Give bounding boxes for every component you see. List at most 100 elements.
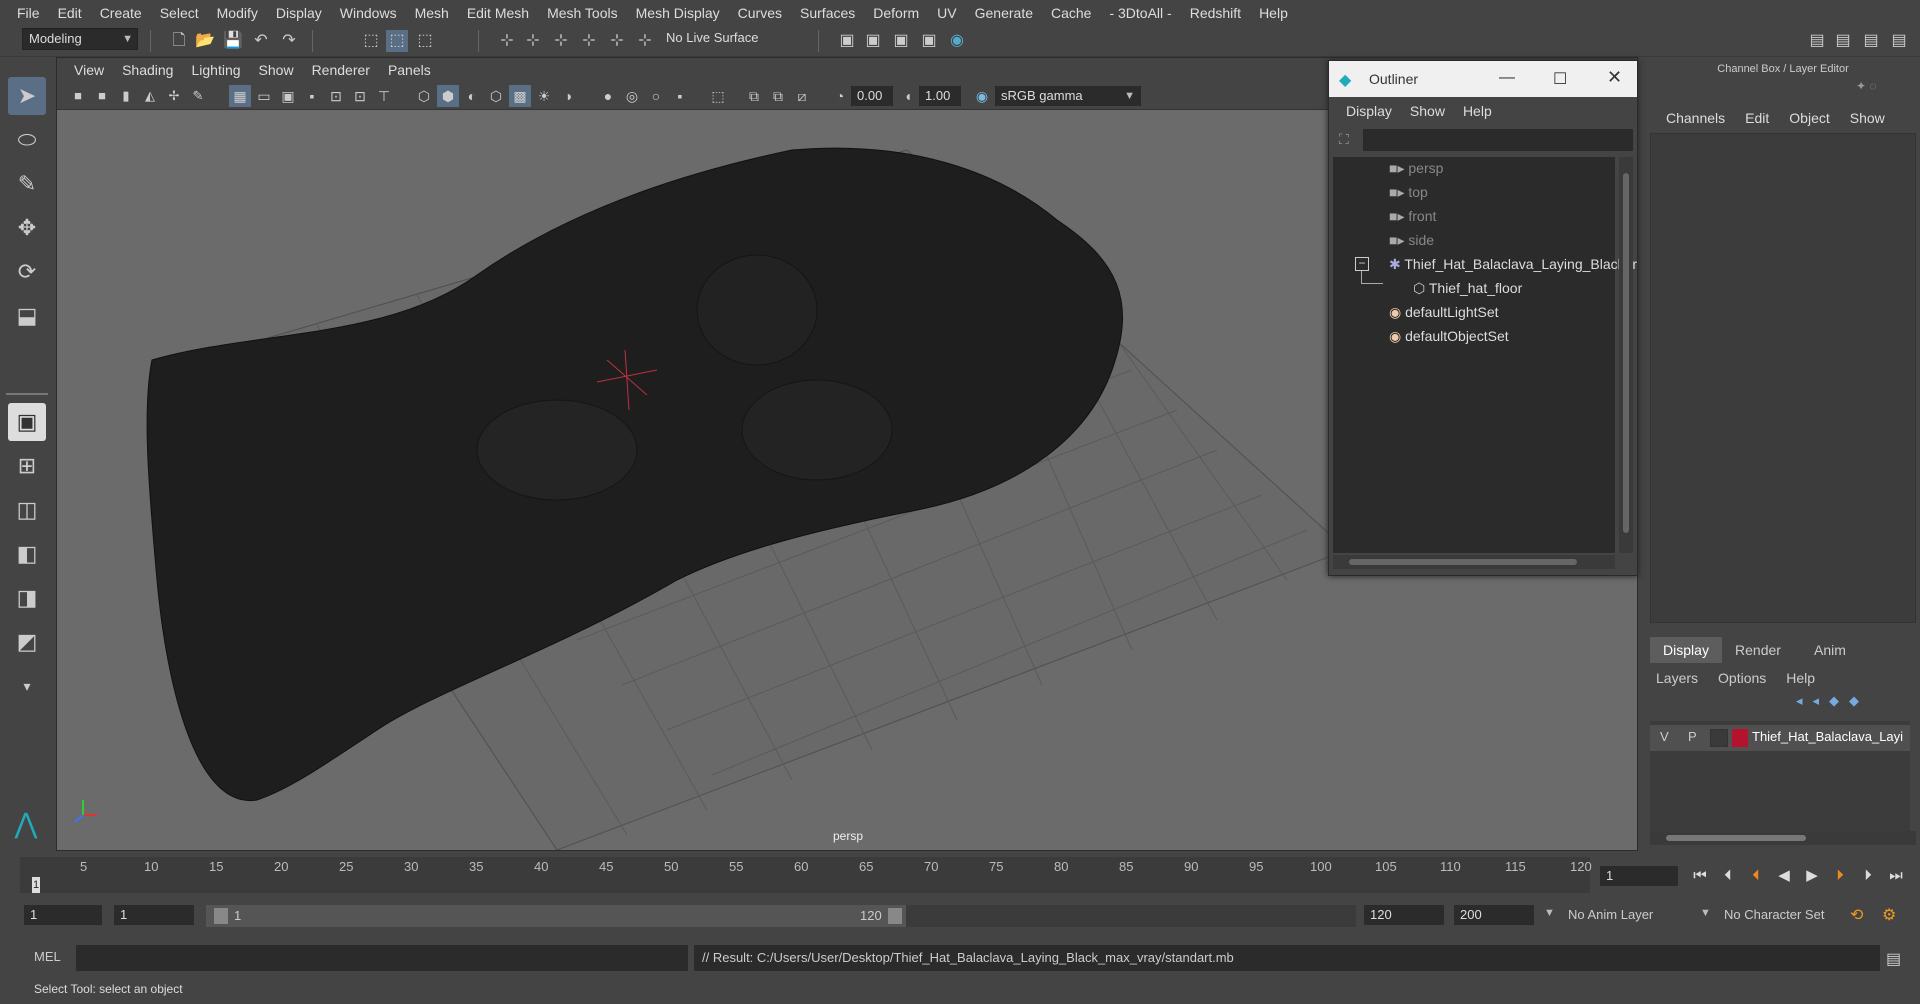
lasso-tool-icon[interactable]: ⬭ (8, 121, 46, 159)
layer-color-swatch[interactable] (1732, 729, 1748, 747)
current-frame-field[interactable]: 1 (1600, 866, 1678, 886)
menu-3dtoall[interactable]: - 3DtoAll - (1100, 5, 1180, 21)
bookmark-icon[interactable]: ▮ (115, 85, 137, 107)
layer-menu-options[interactable]: Options (1718, 667, 1786, 689)
outliner-search-input[interactable] (1363, 129, 1633, 151)
new-scene-icon[interactable]: 🗋 (168, 30, 190, 52)
layer-action-icons[interactable]: ◂◂◆◆ (1796, 693, 1916, 713)
tab-render[interactable]: Render (1722, 637, 1794, 663)
render-frame-icon[interactable]: ▣ (862, 30, 884, 52)
menu-mesh[interactable]: Mesh (406, 5, 458, 21)
color-management-icon[interactable]: ◉ (971, 85, 993, 107)
outliner-menu-display[interactable]: Display (1337, 103, 1401, 119)
list-item[interactable]: ■▸ persp (1389, 157, 1443, 179)
vertical-scrollbar[interactable] (1619, 157, 1633, 553)
select-hierarchy-icon[interactable]: ⬚ (360, 30, 382, 52)
render-settings-icon[interactable]: ▣ (836, 30, 858, 52)
scale-tool-icon[interactable]: ⬓ (8, 297, 46, 335)
play-forward-icon[interactable]: ▶ (1802, 866, 1822, 886)
animation-preferences-icon[interactable]: ⚙ (1882, 905, 1904, 927)
exposure-field[interactable]: 0.00 (851, 86, 893, 106)
collapse-icon[interactable]: − (1355, 257, 1369, 271)
menu-edit-mesh[interactable]: Edit Mesh (458, 5, 538, 21)
go-to-end-icon[interactable]: ⏭ (1886, 866, 1906, 886)
safe-action-icon[interactable]: ⊡ (349, 85, 371, 107)
xray-components-icon[interactable]: ⧄ (791, 85, 813, 107)
attribute-editor-icon[interactable]: ▤ (1832, 30, 1854, 52)
filter-icon[interactable]: ⛶ (1339, 131, 1357, 149)
anim-start-field[interactable]: 1 (114, 905, 194, 925)
grid-toggle-icon[interactable]: ▦ (229, 85, 251, 107)
live-surface-field[interactable]: No Live Surface (660, 28, 788, 50)
resolution-gate-icon[interactable]: ▣ (277, 85, 299, 107)
two-d-pan-icon[interactable]: ✢ (163, 85, 185, 107)
scrollbar-thumb[interactable] (1666, 835, 1806, 841)
xray-joints-icon[interactable]: ⧉ (767, 85, 789, 107)
menu-uv[interactable]: UV (928, 5, 965, 21)
four-view-icon[interactable]: ⊞ (8, 447, 46, 485)
modeling-toolkit-icon[interactable]: ▤ (1806, 30, 1828, 52)
cb-menu-edit[interactable]: Edit (1735, 110, 1779, 126)
shadows-icon[interactable]: ◑ (557, 85, 579, 107)
hypershade-layout-icon[interactable]: ◩ (8, 623, 46, 661)
list-item[interactable]: ■▸ front (1389, 205, 1436, 227)
snap-view-icon[interactable]: ⊹ (578, 30, 600, 52)
layer-menu-layers[interactable]: Layers (1656, 667, 1718, 689)
step-back-frame-icon[interactable]: ⏴ (1746, 866, 1766, 886)
smooth-shade-icon[interactable]: ⬢ (437, 85, 459, 107)
list-item[interactable]: ◉ defaultLightSet (1389, 301, 1499, 323)
menu-mesh-tools[interactable]: Mesh Tools (538, 5, 627, 21)
layer-menu-help[interactable]: Help (1786, 667, 1815, 689)
single-view-icon[interactable]: ▣ (8, 403, 46, 441)
command-input[interactable] (76, 945, 688, 971)
redo-icon[interactable]: ↷ (278, 30, 300, 52)
screen-space-ao-icon[interactable]: ● (597, 85, 619, 107)
menu-generate[interactable]: Generate (966, 5, 1042, 21)
menu-select[interactable]: Select (151, 5, 208, 21)
outliner-layout-icon[interactable]: ◧ (8, 535, 46, 573)
list-item[interactable]: ■▸ side (1389, 229, 1434, 251)
menu-help[interactable]: Help (1250, 5, 1297, 21)
safe-title-icon[interactable]: ⊤ (373, 85, 395, 107)
vp-menu-renderer[interactable]: Renderer (303, 62, 379, 78)
range-slider[interactable]: 1 120 (206, 905, 906, 927)
menu-edit[interactable]: Edit (49, 5, 91, 21)
step-forward-frame-icon[interactable]: ⏵ (1830, 866, 1850, 886)
move-tool-icon[interactable]: ✥ (8, 209, 46, 247)
menu-surfaces[interactable]: Surfaces (791, 5, 864, 21)
menu-create[interactable]: Create (91, 5, 151, 21)
command-language-toggle[interactable]: MEL (34, 949, 61, 964)
two-view-icon[interactable]: ◫ (8, 491, 46, 529)
xray-icon[interactable]: ⧉ (743, 85, 765, 107)
menu-file[interactable]: File (8, 5, 49, 21)
open-scene-icon[interactable]: 📂 (194, 30, 216, 52)
time-slider[interactable]: 1 5 10 15 20 25 30 35 40 45 50 55 60 65 … (20, 857, 1592, 893)
layer-visibility-toggle[interactable]: V (1660, 729, 1669, 744)
textured-icon[interactable]: ▩ (509, 85, 531, 107)
current-time-marker[interactable]: 1 (32, 877, 40, 893)
select-object-icon[interactable]: ⬚ (386, 30, 408, 52)
anti-aliasing-icon[interactable]: ○ (645, 85, 667, 107)
scrollbar-thumb[interactable] (1623, 173, 1629, 533)
layer-type-toggle[interactable] (1710, 729, 1728, 747)
vp-menu-lighting[interactable]: Lighting (182, 62, 249, 78)
more-layouts-icon[interactable]: ▾ (8, 667, 46, 705)
camera-attributes-icon[interactable]: ■ (91, 85, 113, 107)
character-set-dropdown[interactable]: No Character Set (1724, 907, 1824, 922)
color-space-dropdown[interactable]: sRGB gamma ▼ (995, 86, 1141, 106)
step-forward-key-icon[interactable]: ⏵ (1858, 866, 1878, 886)
tab-anim[interactable]: Anim (1794, 637, 1866, 663)
auto-key-icon[interactable]: ⟲ (1850, 905, 1872, 927)
paint-select-tool-icon[interactable]: ✎ (8, 165, 46, 203)
gate-mask-icon[interactable]: ▪ (301, 85, 323, 107)
gamma-icon[interactable]: ◖ (897, 85, 919, 107)
list-item[interactable]: ◉ defaultObjectSet (1389, 325, 1509, 347)
cb-menu-show[interactable]: Show (1840, 110, 1895, 126)
go-to-start-icon[interactable]: ⏮ (1690, 866, 1710, 886)
vp-menu-show[interactable]: Show (250, 62, 303, 78)
layer-horizontal-scrollbar[interactable] (1650, 831, 1916, 845)
anim-end-field[interactable]: 200 (1454, 905, 1534, 925)
field-chart-icon[interactable]: ⊡ (325, 85, 347, 107)
snap-surface-icon[interactable]: ⊹ (634, 30, 656, 52)
vp-menu-panels[interactable]: Panels (379, 62, 440, 78)
